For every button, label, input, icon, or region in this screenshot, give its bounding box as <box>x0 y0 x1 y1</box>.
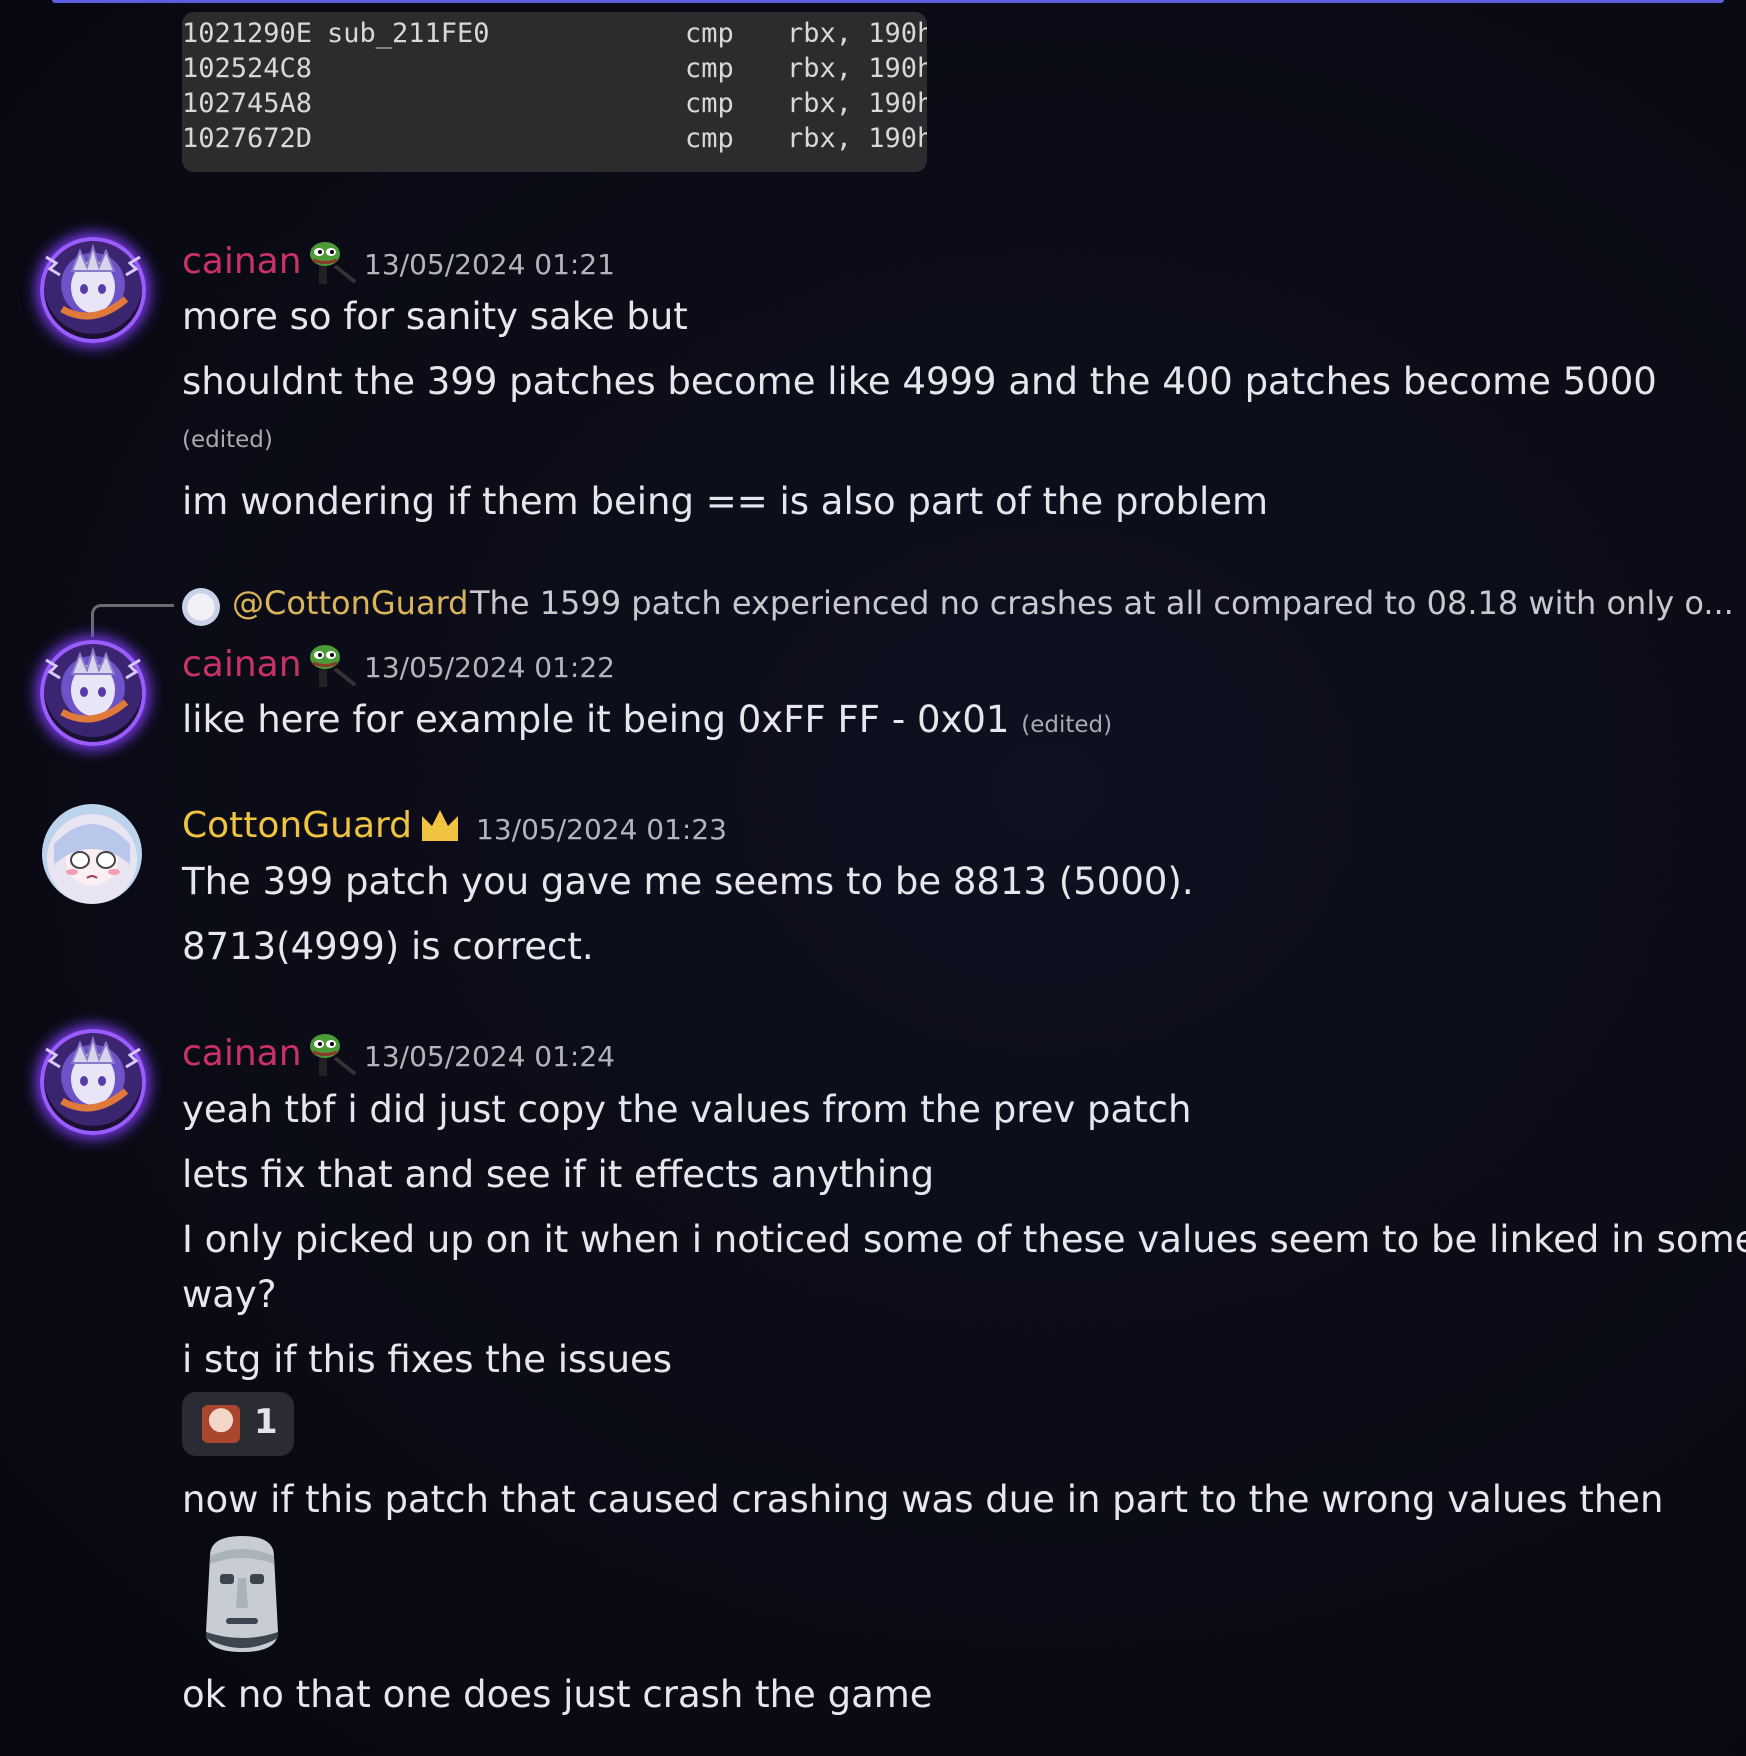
unread-divider-line <box>52 0 1724 3</box>
message-text-content: like here for example it being 0xFF FF -… <box>182 698 1010 741</box>
message-text: ok no that one does just crash the game <box>182 1673 933 1716</box>
message-text: way? <box>182 1273 277 1316</box>
message-timestamp: 13/05/2024 01:22 <box>364 651 615 684</box>
reaction-count: 1 <box>254 1402 278 1442</box>
message-author[interactable]: CottonGuard <box>182 804 412 848</box>
pepe-role-badge-icon <box>310 242 357 284</box>
anime-girl-icon <box>54 824 130 879</box>
message-text: im wondering if them being == is also pa… <box>182 480 1269 523</box>
pepe-role-badge-icon <box>310 1034 357 1076</box>
user-avatar-cainan[interactable] <box>40 640 146 746</box>
message-timestamp: 13/05/2024 01:24 <box>364 1040 615 1073</box>
message-text: I only picked up on it when i noticed so… <box>182 1218 1746 1261</box>
message-text: The 399 patch you gave me seems to be 88… <box>182 860 1194 903</box>
anime-face-icon <box>45 1035 141 1112</box>
code-screenshot-attachment[interactable]: 1021290E sub_211FE0 cmp rbx, 190h 102524… <box>182 12 927 172</box>
code-address: 1027672D <box>182 123 313 154</box>
reply-mention[interactable]: @CottonGuard <box>232 584 468 622</box>
message-text: shouldnt the 399 patches become like 499… <box>182 360 1657 403</box>
edited-label: (edited) <box>1021 712 1113 738</box>
reaction-emoji-icon <box>202 1405 240 1443</box>
code-operand: rbx, 190h <box>787 88 927 119</box>
message-text: now if this patch that caused crashing w… <box>182 1478 1664 1521</box>
message-timestamp: 13/05/2024 01:21 <box>364 248 615 281</box>
code-opcode: cmp <box>685 53 734 84</box>
crown-owner-icon <box>422 810 458 841</box>
message-text: more so for sanity sake but <box>182 295 688 338</box>
code-address: 1021290E <box>182 18 313 49</box>
message-text: lets fix that and see if it effects anyt… <box>182 1153 935 1196</box>
code-row: 1027672D cmp rbx, 190h <box>182 123 927 172</box>
anime-face-icon <box>45 646 141 723</box>
reply-avatar[interactable] <box>182 588 220 626</box>
code-opcode: cmp <box>685 18 734 49</box>
message-author[interactable]: cainan <box>182 240 302 284</box>
user-avatar-cottonguard[interactable] <box>42 804 142 904</box>
message-timestamp: 13/05/2024 01:23 <box>476 813 727 846</box>
user-avatar-cainan[interactable] <box>40 1029 146 1135</box>
moai-emoji-icon <box>206 1536 278 1652</box>
code-opcode: cmp <box>685 88 734 119</box>
code-operand: rbx, 190h <box>787 53 927 84</box>
code-operand: rbx, 190h <box>787 123 927 154</box>
message-author[interactable]: cainan <box>182 1032 302 1076</box>
reply-connector-line <box>91 604 174 637</box>
code-symbol: sub_211FE0 <box>327 18 490 49</box>
code-opcode: cmp <box>685 123 734 154</box>
code-address: 102745A8 <box>182 88 313 119</box>
code-address: 102524C8 <box>182 53 313 84</box>
edited-label: (edited) <box>182 427 273 453</box>
message-text: 8713(4999) is correct. <box>182 925 594 968</box>
reply-preview-text[interactable]: The 1599 patch experienced no crashes at… <box>470 584 1734 622</box>
pepe-role-badge-icon <box>310 645 357 687</box>
anime-face-icon <box>45 243 141 320</box>
message-text: i stg if this fixes the issues <box>182 1338 673 1381</box>
message-text: like here for example it being 0xFF FF -… <box>182 698 1112 747</box>
message-author[interactable]: cainan <box>182 643 302 687</box>
reaction-button[interactable]: 1 <box>182 1392 294 1456</box>
code-operand: rbx, 190h <box>787 18 927 49</box>
user-avatar-cainan[interactable] <box>40 237 146 343</box>
message-text: yeah tbf i did just copy the values from… <box>182 1088 1192 1131</box>
